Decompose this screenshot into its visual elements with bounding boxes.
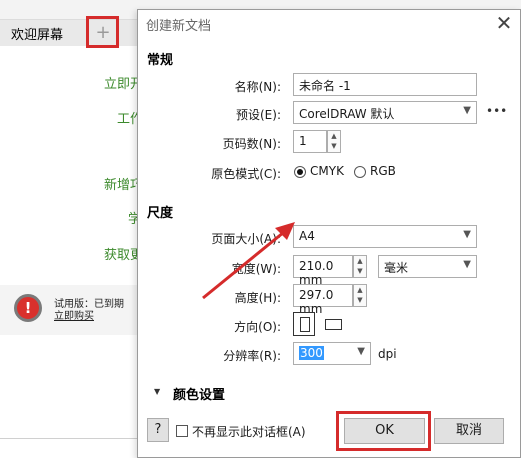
radio-rgb[interactable] (354, 166, 366, 178)
dialog-title: 创建新文档 (146, 19, 212, 34)
highlight-box-ok (336, 411, 431, 451)
resolution-unit: dpi (378, 347, 397, 361)
chevron-down-icon[interactable]: ▼ (354, 295, 366, 305)
chevron-down-icon[interactable]: ▼ (354, 266, 366, 276)
chevron-down-icon: ▼ (463, 105, 471, 116)
section-size-heading: 尺度 (147, 206, 174, 221)
cancel-button[interactable]: 取消 (434, 418, 504, 444)
chevron-up-icon[interactable]: ▲ (354, 285, 366, 295)
stopwatch-alert-icon: ! (14, 294, 42, 322)
height-input[interactable]: 297.0 mm (293, 284, 353, 316)
radio-cmyk-label: CMYK (310, 164, 344, 178)
dont-show-label: 不再显示此对话框(A) (192, 425, 306, 439)
width-input[interactable]: 210.0 mm (293, 255, 353, 287)
portrait-orientation-button[interactable] (293, 312, 315, 336)
tab-welcome-screen[interactable]: 欢迎屏幕 (11, 24, 63, 43)
color-mode-label: 原色模式(C): (211, 167, 281, 181)
close-icon[interactable]: ✕ (494, 11, 514, 35)
annotation-arrow (202, 222, 295, 300)
name-label: 名称(N): (234, 80, 281, 94)
pages-stepper[interactable]: ▲ ▼ (327, 130, 341, 153)
color-settings-heading[interactable]: 颜色设置 (173, 384, 225, 403)
radio-cmyk[interactable] (294, 166, 306, 178)
orientation-label: 方向(O): (234, 320, 281, 334)
highlight-box-plus (86, 16, 119, 48)
pages-label: 页码数(N): (222, 137, 281, 151)
preset-label: 预设(E): (236, 108, 281, 122)
buy-now-link[interactable]: 立即购买 (54, 307, 94, 322)
chevron-up-icon[interactable]: ▲ (328, 131, 340, 141)
page-size-value: A4 (299, 229, 315, 243)
radio-rgb-label: RGB (370, 164, 396, 178)
unit-select[interactable]: 毫米 ▼ (378, 255, 477, 278)
page-size-select[interactable]: A4 ▼ (293, 225, 477, 248)
chevron-down-icon[interactable]: ▼ (328, 141, 340, 151)
landscape-icon[interactable] (325, 319, 342, 330)
chevron-down-icon: ▼ (463, 259, 471, 270)
resolution-value: 300 (299, 346, 324, 360)
expand-color-settings-icon[interactable]: ▼ (154, 387, 160, 396)
dont-show-checkbox[interactable] (176, 425, 188, 437)
chevron-down-icon: ▼ (357, 346, 365, 357)
chevron-up-icon[interactable]: ▲ (354, 256, 366, 266)
height-stepper[interactable]: ▲ ▼ (353, 284, 367, 307)
more-options-icon[interactable]: ••• (486, 104, 507, 118)
chevron-down-icon: ▼ (463, 229, 471, 240)
help-button[interactable]: ? (147, 418, 169, 442)
name-input[interactable]: 未命名 -1 (293, 73, 477, 96)
pages-input[interactable]: 1 (293, 130, 327, 153)
divider (0, 438, 140, 439)
width-stepper[interactable]: ▲ ▼ (353, 255, 367, 278)
preset-value: CorelDRAW 默认 (299, 107, 395, 121)
portrait-icon (300, 317, 310, 332)
resolution-select[interactable]: 300 ▼ (293, 342, 371, 365)
resolution-label: 分辨率(R): (223, 349, 281, 363)
preset-select[interactable]: CorelDRAW 默认 ▼ (293, 101, 477, 124)
section-general-heading: 常规 (147, 53, 174, 68)
unit-value: 毫米 (384, 261, 409, 275)
